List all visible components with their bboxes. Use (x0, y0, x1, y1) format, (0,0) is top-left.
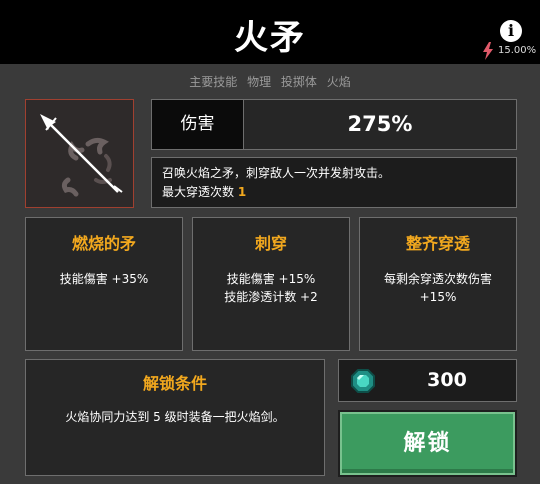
tag: 火焰 (326, 75, 351, 89)
damage-row: 伤害 275% (151, 99, 517, 150)
description-text: 召唤火焰之矛，刺穿敌人一次并发射攻击。 (162, 166, 391, 180)
modifier-card-pierce[interactable]: 刺穿 技能傷害 +15% 技能渗透计数 +2 (192, 217, 350, 351)
gem-icon (351, 369, 375, 393)
unlock-condition-text: 火焰协同力达到 5 级时装备一把火焰剑。 (65, 410, 285, 424)
unlock-condition-panel: 解锁条件 火焰协同力达到 5 级时装备一把火焰剑。 (25, 359, 325, 476)
skill-tags: 主要技能 物理 投掷体 火焰 (0, 73, 540, 90)
unlock-button[interactable]: 解锁 (338, 410, 517, 477)
unlock-condition-title: 解锁条件 (142, 374, 207, 393)
pierce-line: 最大穿透次数 1 (162, 183, 506, 202)
modifier-line: +15% (419, 290, 457, 304)
damage-label: 伤害 (152, 100, 244, 149)
tag: 投掷体 (280, 75, 317, 89)
tag: 物理 (247, 75, 272, 89)
cost-value: 300 (427, 369, 467, 391)
header-bar: 火矛 i 15.00% (0, 0, 540, 64)
tag: 主要技能 (189, 75, 238, 89)
modifier-title: 整齐穿透 (405, 234, 470, 253)
damage-value: 275% (347, 112, 413, 136)
modifier-line: 技能渗透计数 +2 (224, 290, 318, 304)
skill-title: 火矛 (234, 18, 306, 58)
info-icon[interactable]: i (500, 20, 522, 42)
fire-spear-icon (40, 114, 123, 197)
modifier-title: 燃烧的矛 (71, 234, 136, 253)
pierce-value: 1 (237, 185, 247, 199)
modifier-title: 刺穿 (254, 234, 287, 253)
chance-value: 15.00% (498, 45, 537, 56)
unlock-cost: 300 (338, 359, 517, 402)
pierce-label: 最大穿透次数 (162, 185, 235, 199)
lightning-icon (483, 42, 493, 60)
skill-description: 召唤火焰之矛，刺穿敌人一次并发射攻击。 最大穿透次数 1 (151, 157, 517, 208)
modifier-line: 技能傷害 +35% (59, 272, 149, 286)
modifier-card-even-pierce[interactable]: 整齐穿透 每剩余穿透次数伤害 +15% (359, 217, 517, 351)
modifier-card-burning-spear[interactable]: 燃烧的矛 技能傷害 +35% (25, 217, 183, 351)
modifier-line: 技能傷害 +15% (226, 272, 316, 286)
skill-icon-frame (25, 99, 134, 208)
modifier-line: 每剩余穿透次数伤害 (383, 272, 492, 286)
